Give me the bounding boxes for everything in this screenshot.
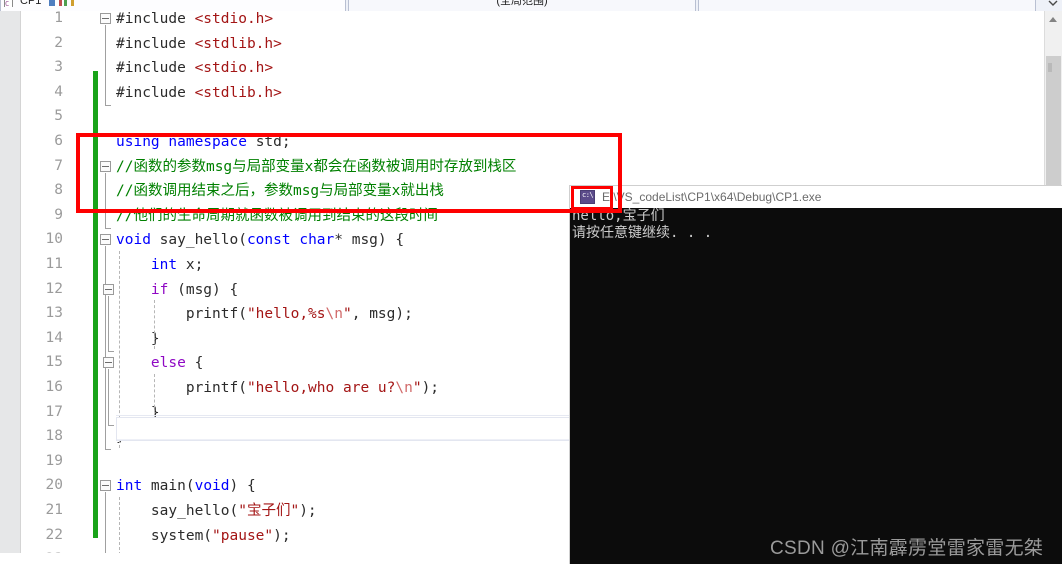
fold-rail-end	[108, 351, 114, 352]
line-number-gutter: 1234567891011121314151617181920212223242…	[21, 11, 66, 564]
code-line[interactable]: #include <stdlib.h>	[116, 81, 282, 106]
code-line[interactable]: using namespace std;	[116, 130, 291, 155]
fold-rail	[105, 246, 106, 449]
indicator-margin[interactable]	[0, 11, 21, 564]
console-window[interactable]: c:\ E:\VS_codeList\CP1\x64\Debug\CP1.exe…	[570, 186, 1062, 564]
line-number: 21	[19, 502, 63, 518]
line-number: 17	[19, 404, 63, 420]
code-line[interactable]: printf("hello,who are u?\n");	[116, 376, 439, 401]
console-app-icon: c:\	[580, 190, 595, 204]
code-line[interactable]: //函数调用结束之后，参数msg与局部变量x就出栈	[116, 179, 444, 204]
line-number: 5	[19, 108, 63, 124]
line-number: 11	[19, 256, 63, 272]
code-line[interactable]: int main(void) {	[116, 474, 256, 499]
fold-toggle-icon[interactable]	[103, 284, 114, 295]
code-line[interactable]: //他们的生命周期就函数被调用到结束的这段时间	[116, 204, 438, 229]
line-number: 12	[19, 281, 63, 297]
fold-toggle-icon[interactable]	[100, 13, 111, 24]
code-line[interactable]: int x;	[116, 253, 203, 278]
console-output-line: hello,宝子们	[572, 208, 665, 225]
line-number: 2	[19, 35, 63, 51]
code-line[interactable]: //函数的参数msg与局部变量x都会在函数被调用时存放到栈区	[116, 155, 516, 180]
fold-rail-end	[105, 228, 111, 229]
indent-guide	[154, 300, 155, 349]
change-bar	[93, 71, 98, 538]
fold-toggle-icon[interactable]	[100, 234, 111, 245]
line-number: 13	[19, 305, 63, 321]
code-line[interactable]: if (msg) {	[116, 278, 238, 303]
line-number: 8	[19, 182, 63, 198]
console-app-icon-glyph: c:\	[582, 192, 593, 199]
console-title-bar[interactable]: c:\ E:\VS_codeList\CP1\x64\Debug\CP1.exe	[570, 186, 1062, 209]
line-number: 3	[19, 59, 63, 75]
tab-cp1-decor-icon	[47, 0, 93, 7]
watermark: CSDN @江南霹雳堂雷家雷无桀	[770, 533, 1043, 560]
fold-rail	[105, 25, 106, 105]
triangle-up-icon	[1049, 17, 1057, 22]
line-number: 19	[19, 453, 63, 469]
code-folding-column[interactable]	[100, 11, 116, 564]
line-number: 6	[19, 133, 63, 149]
editor-bottom-filler	[0, 553, 570, 564]
code-line[interactable]: system("pause");	[116, 524, 291, 549]
fold-rail-end	[108, 425, 114, 426]
fold-rail	[105, 173, 106, 228]
tab-cp1[interactable]: C CP1	[0, 0, 346, 11]
fold-rail	[108, 296, 109, 351]
console-output-line: 请按任意键继续. . .	[572, 225, 712, 242]
tab-scope-label: (全局范围)	[349, 0, 695, 7]
code-line[interactable]: say_hello("宝子们");	[116, 499, 317, 524]
fold-rail-end	[105, 449, 111, 450]
line-number: 22	[19, 527, 63, 543]
line-number: 9	[19, 207, 63, 223]
line-number: 18	[19, 428, 63, 444]
console-title-text: E:\VS_codeList\CP1\x64\Debug\CP1.exe	[602, 189, 821, 205]
line-number: 1	[19, 11, 63, 26]
fold-toggle-icon[interactable]	[100, 480, 111, 491]
line-number: 20	[19, 477, 63, 493]
fold-rail-end	[105, 105, 111, 106]
line-number: 15	[19, 354, 63, 370]
chevron-down-icon[interactable]	[1046, 0, 1060, 9]
code-line[interactable]: void say_hello(const char* msg) {	[116, 228, 404, 253]
tab-member[interactable]	[698, 0, 1036, 11]
line-number: 4	[19, 84, 63, 100]
code-line[interactable]: printf("hello,%s\n", msg);	[116, 302, 413, 327]
fold-toggle-icon[interactable]	[100, 161, 111, 172]
fold-rail	[108, 369, 109, 424]
scroll-up-button[interactable]	[1045, 11, 1062, 28]
code-line[interactable]: #include <stdio.h>	[116, 56, 273, 81]
code-line[interactable]: else {	[116, 351, 203, 376]
code-line[interactable]: #include <stdio.h>	[116, 11, 273, 32]
fold-toggle-icon[interactable]	[103, 357, 114, 368]
code-line[interactable]: #include <stdlib.h>	[116, 32, 282, 57]
line-number: 14	[19, 330, 63, 346]
tab-scope[interactable]: (全局范围)	[348, 0, 696, 11]
console-output-area[interactable]: hello,宝子们 请按任意键继续. . .	[570, 208, 1062, 564]
line-number: 7	[19, 158, 63, 174]
line-number: 10	[19, 231, 63, 247]
line-number: 16	[19, 379, 63, 395]
scrollbar-change-marker	[1048, 63, 1052, 72]
